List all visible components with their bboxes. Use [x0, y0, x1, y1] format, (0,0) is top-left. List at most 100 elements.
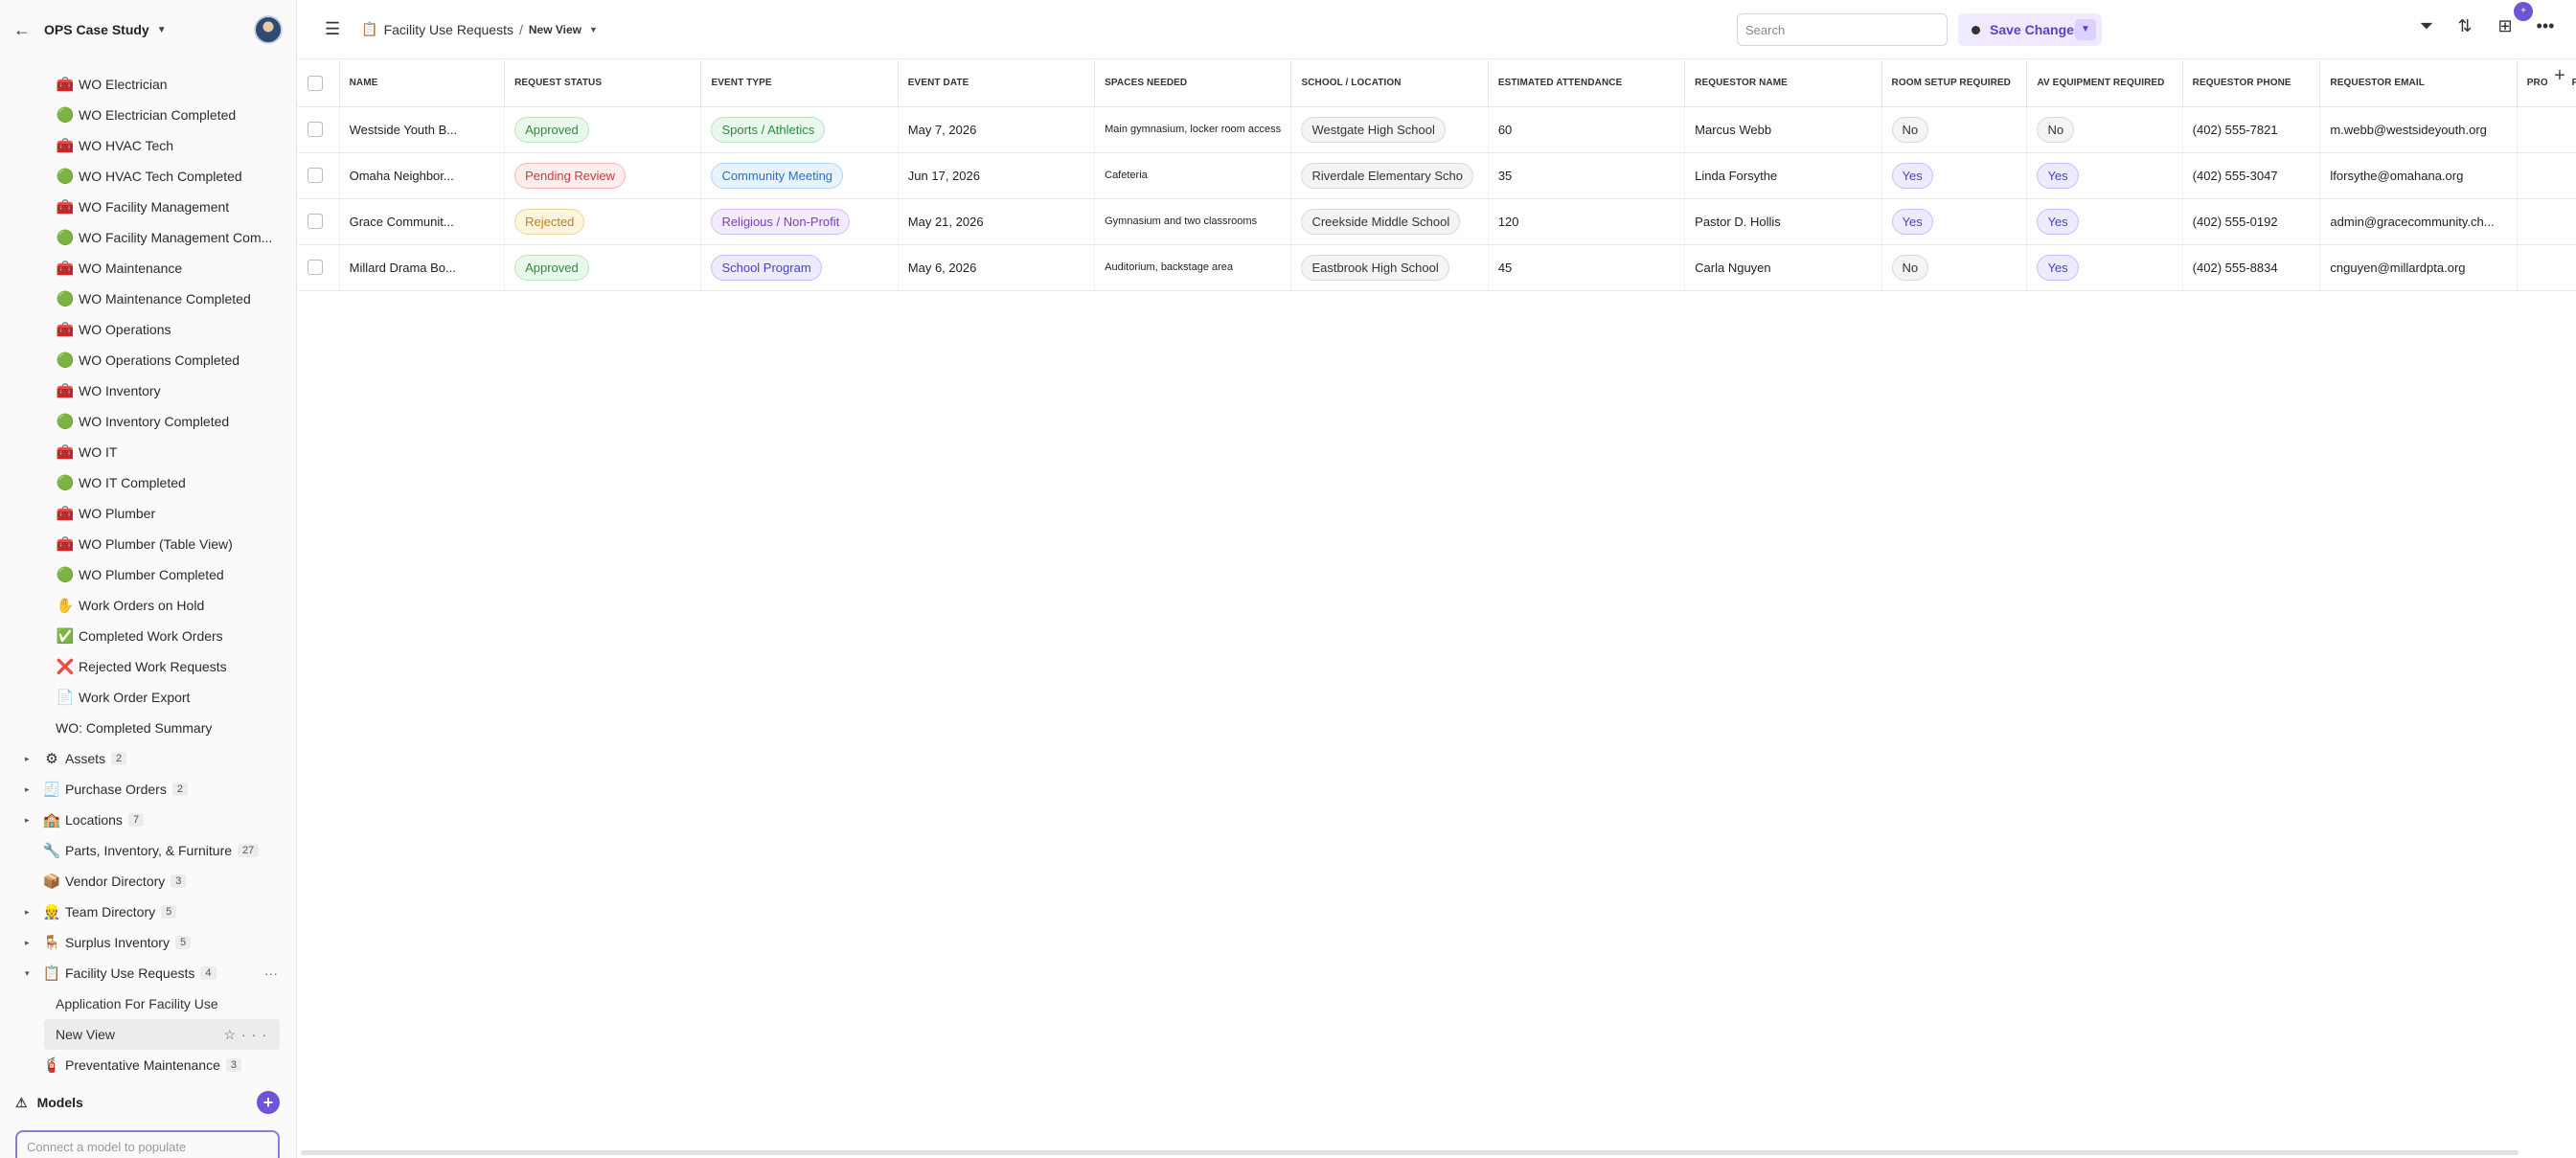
save-changes-button[interactable]: Save Changes ▼: [1958, 13, 2102, 46]
name-cell[interactable]: Grace Communit...: [339, 198, 506, 245]
table-row[interactable]: Millard Drama Bo... Approved School Progra…: [298, 244, 2576, 291]
spaces-cell[interactable]: Main gymnasium, locker room access: [1094, 106, 1292, 153]
column-header[interactable]: SPACES NEEDED: [1094, 60, 1292, 107]
spaces-cell[interactable]: Gymnasium and two classrooms: [1094, 198, 1292, 245]
workspace-name[interactable]: OPS Case Study: [44, 22, 149, 37]
sidebar-item[interactable]: ▸ 🧾 Purchase Orders 2: [0, 774, 296, 805]
location-cell[interactable]: Westgate High School: [1290, 106, 1489, 153]
phone-cell[interactable]: (402) 555-8834: [2182, 244, 2321, 291]
column-header[interactable]: REQUESTOR EMAIL: [2319, 60, 2518, 107]
caret-icon[interactable]: ▾: [25, 968, 30, 979]
row-checkbox[interactable]: [308, 168, 323, 184]
sidebar-view-item[interactable]: Application For Facility Use: [0, 988, 296, 1019]
email-cell[interactable]: m.webb@westsideyouth.org: [2319, 106, 2518, 153]
av-cell[interactable]: No: [2026, 106, 2183, 153]
sidebar-view-item[interactable]: New View ☆···: [44, 1019, 280, 1050]
sidebar-item[interactable]: 🧰 WO Electrician: [0, 69, 296, 100]
event-type-cell[interactable]: Religious / Non-Profit: [700, 198, 899, 245]
room-setup-cell[interactable]: No: [1881, 106, 2028, 153]
email-cell[interactable]: admin@gracecommunity.ch...: [2319, 198, 2518, 245]
event-date-cell[interactable]: May 21, 2026: [898, 198, 1096, 245]
location-cell[interactable]: Eastbrook High School: [1290, 244, 1489, 291]
search-input[interactable]: [1737, 13, 1948, 46]
status-cell[interactable]: Rejected: [504, 198, 702, 245]
sidebar-item[interactable]: 🧰 WO Maintenance: [0, 253, 296, 284]
sidebar-item[interactable]: 🧰 WO Inventory: [0, 375, 296, 406]
sidebar-item[interactable]: 📦 Vendor Directory 3: [0, 866, 296, 897]
av-cell[interactable]: Yes: [2026, 152, 2183, 199]
chevron-down-icon[interactable]: ▼: [157, 25, 167, 35]
event-date-cell[interactable]: Jun 17, 2026: [898, 152, 1096, 199]
sidebar-item[interactable]: WO: Completed Summary: [0, 713, 296, 743]
column-header[interactable]: AV EQUIPMENT REQUIRED: [2026, 60, 2183, 107]
view-selector[interactable]: New View: [529, 23, 581, 36]
add-model-button[interactable]: +: [257, 1091, 280, 1114]
requestor-cell[interactable]: Pastor D. Hollis: [1684, 198, 1882, 245]
sidebar-item[interactable]: 🟢 WO Maintenance Completed: [0, 284, 296, 314]
breadcrumb-table[interactable]: Facility Use Requests: [384, 22, 513, 37]
sidebar-item[interactable]: 🔧 Parts, Inventory, & Furniture 27: [0, 835, 296, 866]
caret-icon[interactable]: ▸: [25, 754, 30, 764]
requestor-cell[interactable]: Marcus Webb: [1684, 106, 1882, 153]
insurance-cell[interactable]: [2517, 198, 2576, 245]
spaces-cell[interactable]: Cafeteria: [1094, 152, 1292, 199]
room-setup-cell[interactable]: Yes: [1881, 198, 2028, 245]
apps-icon[interactable]: ⊞: [2492, 16, 2519, 36]
av-cell[interactable]: Yes: [2026, 198, 2183, 245]
name-cell[interactable]: Westside Youth B...: [339, 106, 506, 153]
caret-icon[interactable]: ▸: [25, 784, 30, 795]
sidebar-item[interactable]: ▸ 👷 Team Directory 5: [0, 897, 296, 927]
status-cell[interactable]: Approved: [504, 244, 702, 291]
room-setup-cell[interactable]: No: [1881, 244, 2028, 291]
column-header[interactable]: EVENT DATE: [898, 60, 1096, 107]
phone-cell[interactable]: (402) 555-7821: [2182, 106, 2321, 153]
select-all-checkbox[interactable]: [308, 75, 323, 91]
insurance-cell[interactable]: [2517, 244, 2576, 291]
sidebar-item[interactable]: 🟢 WO Plumber Completed: [0, 559, 296, 590]
sidebar-item[interactable]: ❌ Rejected Work Requests: [0, 651, 296, 682]
sidebar-item[interactable]: ▾ 📋 Facility Use Requests 4 ···: [0, 958, 296, 988]
event-type-cell[interactable]: School Program: [700, 244, 899, 291]
column-header[interactable]: REQUESTOR PHONE: [2182, 60, 2321, 107]
column-header[interactable]: REQUESTOR NAME: [1684, 60, 1882, 107]
event-date-cell[interactable]: May 7, 2026: [898, 106, 1096, 153]
table-row[interactable]: Grace Communit... Rejected Religious / Non…: [298, 198, 2576, 245]
room-setup-cell[interactable]: Yes: [1881, 152, 2028, 199]
sidebar-item[interactable]: 🟢 WO Inventory Completed: [0, 406, 296, 437]
email-cell[interactable]: lforsythe@omahana.org: [2319, 152, 2518, 199]
add-column-icon[interactable]: +: [2547, 65, 2572, 87]
caret-icon[interactable]: ▸: [25, 907, 30, 918]
column-header[interactable]: ROOM SETUP REQUIRED: [1881, 60, 2028, 107]
event-date-cell[interactable]: May 6, 2026: [898, 244, 1096, 291]
sidebar-item[interactable]: ▸ ⚙ Assets 2: [0, 743, 296, 774]
av-cell[interactable]: Yes: [2026, 244, 2183, 291]
more-icon[interactable]: ···: [264, 965, 278, 981]
sidebar-item[interactable]: 🧰 WO Facility Management: [0, 192, 296, 222]
column-header[interactable]: EVENT TYPE: [700, 60, 899, 107]
requestor-cell[interactable]: Carla Nguyen: [1684, 244, 1882, 291]
attendance-cell[interactable]: 120: [1488, 198, 1686, 245]
sort-icon[interactable]: ⇅: [2451, 16, 2478, 36]
sidebar-item[interactable]: ▸ 🪑 Surplus Inventory 5: [0, 927, 296, 958]
sidebar-item[interactable]: 🟢 WO Electrician Completed: [0, 100, 296, 130]
name-cell[interactable]: Millard Drama Bo...: [339, 244, 506, 291]
event-type-cell[interactable]: Community Meeting: [700, 152, 899, 199]
sidebar-item[interactable]: ✅ Completed Work Orders: [0, 621, 296, 651]
sidebar-item[interactable]: 🧰 WO Plumber: [0, 498, 296, 529]
caret-icon[interactable]: ▸: [25, 815, 30, 826]
requestor-cell[interactable]: Linda Forsythe: [1684, 152, 1882, 199]
sidebar-item[interactable]: 🟢 WO HVAC Tech Completed: [0, 161, 296, 192]
horizontal-scrollbar[interactable]: [301, 1150, 2519, 1155]
column-header[interactable]: ESTIMATED ATTENDANCE: [1488, 60, 1686, 107]
sidebar-item[interactable]: 🧰 WO Plumber (Table View): [0, 529, 296, 559]
filter-icon[interactable]: ⏷: [2413, 16, 2440, 36]
event-type-cell[interactable]: Sports / Athletics: [700, 106, 899, 153]
sidebar-item[interactable]: 🧰 WO Operations: [0, 314, 296, 345]
table-row[interactable]: Westside Youth B... Approved Sports / Athl…: [298, 106, 2576, 153]
sidebar-item[interactable]: 🟢 WO IT Completed: [0, 467, 296, 498]
sidebar-item[interactable]: ✋ Work Orders on Hold: [0, 590, 296, 621]
avatar[interactable]: [254, 15, 283, 44]
sidebar-item[interactable]: 🧰 WO IT: [0, 437, 296, 467]
sidebar-item[interactable]: 🧰 WO HVAC Tech: [0, 130, 296, 161]
spaces-cell[interactable]: Auditorium, backstage area: [1094, 244, 1292, 291]
